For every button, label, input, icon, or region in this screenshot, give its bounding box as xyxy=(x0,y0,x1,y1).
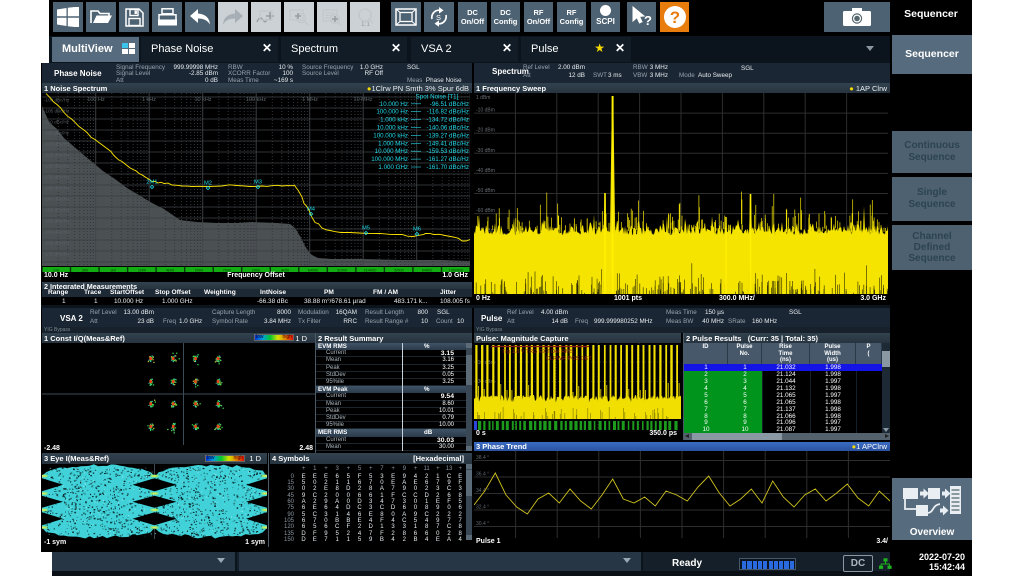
svg-text:-40 dBm: -40 dBm xyxy=(476,168,495,174)
svg-text:10.000 MHz: 10.000 MHz xyxy=(375,148,408,155)
svg-text:-170 dBc/Hz: -170 dBc/Hz xyxy=(44,252,70,257)
svg-text:100.000 Hz: 100.000 Hz xyxy=(376,109,408,116)
svg-text:-160 dBc/Hz: -160 dBc/Hz xyxy=(44,230,70,235)
svg-text:?: ? xyxy=(644,13,652,28)
svg-text:2M1: 2M1 xyxy=(146,180,157,186)
svg-text:-116.82 dBc/Hz: -116.82 dBc/Hz xyxy=(427,109,469,116)
svg-text:1k0: 1k0 xyxy=(110,268,116,272)
svg-text:M5: M5 xyxy=(362,226,370,232)
svg-text:-10 dBm: -10 dBm xyxy=(476,360,495,366)
svg-text:38.4 °: 38.4 ° xyxy=(476,455,489,461)
svg-text:?: ? xyxy=(669,8,679,27)
svg-text:1 MHz: 1 MHz xyxy=(302,97,318,103)
svg-text:214000: 214000 xyxy=(364,268,377,272)
svg-text:10 kHz: 10 kHz xyxy=(194,97,211,103)
svg-text:10.000 kHz: 10.000 kHz xyxy=(377,125,408,132)
svg-text:-110 dBc/Hz: -110 dBc/Hz xyxy=(44,120,70,125)
svg-text:1.000 MHz: 1.000 MHz xyxy=(378,140,408,147)
svg-text:-165 dBc/Hz: -165 dBc/Hz xyxy=(44,241,70,246)
svg-text:-120 dBc/Hz: -120 dBc/Hz xyxy=(44,142,70,147)
svg-text:1.000 GHz: 1.000 GHz xyxy=(378,164,408,171)
svg-text:-125 dBc/Hz: -125 dBc/Hz xyxy=(44,153,70,158)
svg-text:100 kHz: 100 kHz xyxy=(246,97,266,103)
svg-text:-155 dBc/Hz: -155 dBc/Hz xyxy=(44,219,70,224)
svg-text:-60 dBm: -60 dBm xyxy=(476,208,495,214)
svg-text:100.000 kHz: 100.000 kHz xyxy=(373,132,408,139)
svg-text:-30 dBm: -30 dBm xyxy=(476,379,495,385)
svg-text:-134.72 dBc/Hz: -134.72 dBc/Hz xyxy=(426,117,469,124)
svg-text:M2: M2 xyxy=(204,181,212,187)
svg-text:36.4 °: 36.4 ° xyxy=(476,472,489,478)
svg-text:4k00: 4k00 xyxy=(281,268,289,272)
svg-text:-140 dBc/Hz: -140 dBc/Hz xyxy=(44,186,70,191)
svg-text:2000: 2000 xyxy=(195,268,203,272)
svg-text:Trg 1.8 V TRG EXT Det RMS: Trg 1.8 V TRG EXT Det RMS xyxy=(502,349,574,355)
svg-text:1000000: 1000000 xyxy=(449,268,464,272)
svg-text:1.000 kHz: 1.000 kHz xyxy=(380,117,408,124)
svg-text:-130 dBc/Hz: -130 dBc/Hz xyxy=(44,164,70,169)
svg-text:300: 300 xyxy=(82,268,88,272)
svg-text:-159.53 dBc/Hz: -159.53 dBc/Hz xyxy=(426,148,469,155)
svg-text:2000: 2000 xyxy=(252,268,260,272)
svg-text:Spot Noise [T1]: Spot Noise [T1] xyxy=(416,94,459,101)
svg-text:-161.70 dBc/Hz: -161.70 dBc/Hz xyxy=(426,164,469,171)
svg-text:-140.06 dBc/Hz: -140.06 dBc/Hz xyxy=(426,125,469,132)
svg-text:1:1: 1:1 xyxy=(361,21,370,27)
svg-text:-105 dBc/Hz: -105 dBc/Hz xyxy=(44,109,70,114)
svg-text:-115 dBc/Hz: -115 dBc/Hz xyxy=(44,131,70,136)
svg-text:-96.51 dBc/Hz: -96.51 dBc/Hz xyxy=(430,101,469,108)
svg-text:-10 dBm: -10 dBm xyxy=(476,108,495,114)
svg-text:32.4 °: 32.4 ° xyxy=(476,505,489,511)
svg-text:10.000 Hz: 10.000 Hz xyxy=(380,101,408,108)
svg-text:64000: 64000 xyxy=(308,268,319,272)
svg-text:-139.27 dBc/Hz: -139.27 dBc/Hz xyxy=(426,132,469,139)
svg-text:30.4 °: 30.4 ° xyxy=(476,521,489,527)
svg-text:-100 dBc/Hz: -100 dBc/Hz xyxy=(44,98,70,103)
svg-text:64000: 64000 xyxy=(422,268,433,272)
svg-text:31000: 31000 xyxy=(337,268,348,272)
svg-text:1k00: 1k00 xyxy=(138,268,146,272)
svg-text:M3: M3 xyxy=(254,180,262,186)
svg-text:CLRWR POS DET: CLRWR POS DET xyxy=(546,356,592,362)
svg-text:100 Hz: 100 Hz xyxy=(87,97,105,103)
svg-text:S: S xyxy=(436,13,441,22)
svg-text:10 MHz: 10 MHz xyxy=(354,97,373,103)
svg-text:7000: 7000 xyxy=(223,268,231,272)
svg-text:-20 dBm: -20 dBm xyxy=(476,128,495,134)
svg-text:1 dBm: 1 dBm xyxy=(476,95,490,101)
svg-text:-30 dBm: -30 dBm xyxy=(476,148,495,154)
svg-text:-135 dBc/Hz: -135 dBc/Hz xyxy=(44,175,70,180)
svg-text:-145 dBc/Hz: -145 dBc/Hz xyxy=(44,197,70,202)
svg-text:-161.27 dBc/Hz: -161.27 dBc/Hz xyxy=(426,156,469,163)
svg-text:1 kHz: 1 kHz xyxy=(142,97,156,103)
svg-text:100: 100 xyxy=(53,268,59,272)
svg-text:M6: M6 xyxy=(413,227,421,233)
svg-text:-50 dBm: -50 dBm xyxy=(476,188,495,194)
svg-text:4k00: 4k00 xyxy=(166,268,174,272)
svg-text:100.000 MHz: 100.000 MHz xyxy=(371,156,408,163)
svg-text:M4: M4 xyxy=(307,207,316,213)
svg-text:-149.41 dBc/Hz: -149.41 dBc/Hz xyxy=(426,140,469,147)
svg-text:-150 dBc/Hz: -150 dBc/Hz xyxy=(44,208,70,213)
svg-text:5/000: 5/000 xyxy=(394,268,404,272)
